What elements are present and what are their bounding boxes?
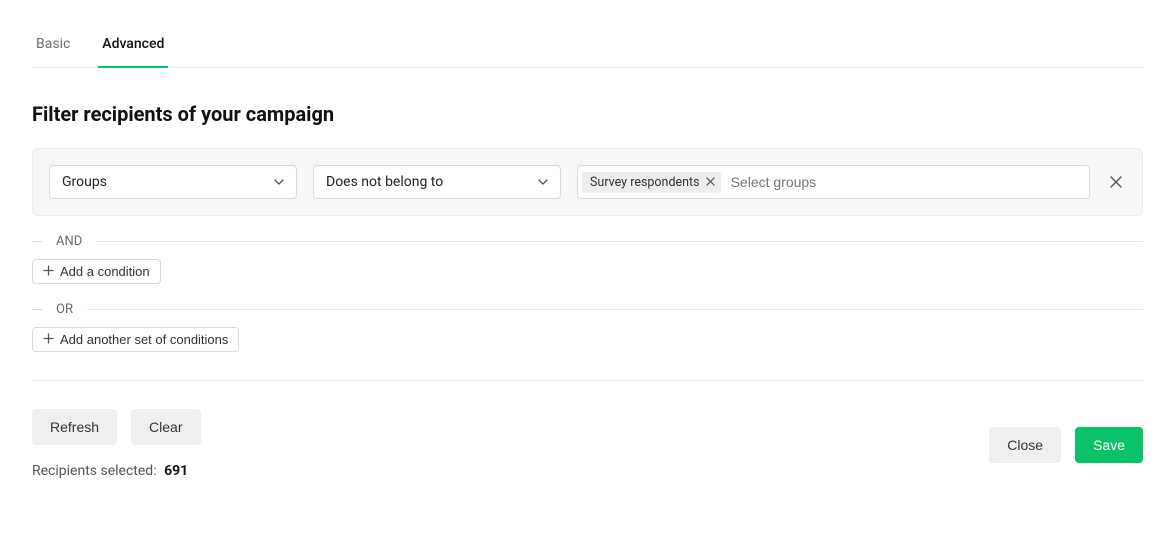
plus-icon [43, 265, 54, 278]
and-separator: AND [32, 234, 1143, 249]
separator-line [87, 309, 1143, 310]
operator-dropdown-value: Does not belong to [326, 174, 443, 190]
chevron-down-icon [274, 177, 284, 187]
tab-advanced[interactable]: Advanced [98, 36, 168, 68]
groups-text-input[interactable] [727, 174, 1085, 190]
recipients-value: 691 [164, 463, 188, 479]
page-title: Filter recipients of your campaign [32, 102, 1143, 126]
operator-dropdown[interactable]: Does not belong to [313, 165, 561, 199]
footer: Refresh Clear Recipients selected: 691 C… [32, 409, 1143, 479]
tabs: Basic Advanced [32, 0, 1143, 68]
and-label: AND [56, 234, 82, 249]
separator-line [96, 241, 1143, 242]
footer-divider [32, 380, 1143, 381]
condition-row: Groups Does not belong to Survey respond… [32, 148, 1143, 216]
recipients-label: Recipients selected: [32, 463, 157, 479]
separator-dash [32, 241, 42, 242]
footer-right: Close Save [989, 427, 1143, 463]
group-chip: Survey respondents [582, 172, 721, 193]
recipients-count: Recipients selected: 691 [32, 463, 201, 479]
add-condition-button[interactable]: Add a condition [32, 259, 161, 284]
close-icon[interactable] [706, 176, 715, 188]
group-chip-label: Survey respondents [590, 175, 700, 190]
tab-basic[interactable]: Basic [32, 36, 74, 68]
refresh-button[interactable]: Refresh [32, 409, 117, 445]
field-dropdown-value: Groups [62, 174, 107, 190]
left-button-row: Refresh Clear [32, 409, 201, 445]
footer-left: Refresh Clear Recipients selected: 691 [32, 409, 201, 479]
close-button[interactable]: Close [989, 427, 1061, 463]
chevron-down-icon [538, 177, 548, 187]
plus-icon [43, 333, 54, 346]
groups-input[interactable]: Survey respondents [577, 165, 1090, 199]
add-condition-label: Add a condition [60, 264, 150, 279]
add-condition-set-label: Add another set of conditions [60, 332, 228, 347]
or-label: OR [56, 302, 73, 317]
field-dropdown[interactable]: Groups [49, 165, 297, 199]
save-button[interactable]: Save [1075, 427, 1143, 463]
clear-button[interactable]: Clear [131, 409, 200, 445]
or-separator: OR [32, 302, 1143, 317]
separator-dash [32, 309, 42, 310]
remove-condition-button[interactable] [1106, 176, 1126, 188]
add-condition-set-button[interactable]: Add another set of conditions [32, 327, 239, 352]
